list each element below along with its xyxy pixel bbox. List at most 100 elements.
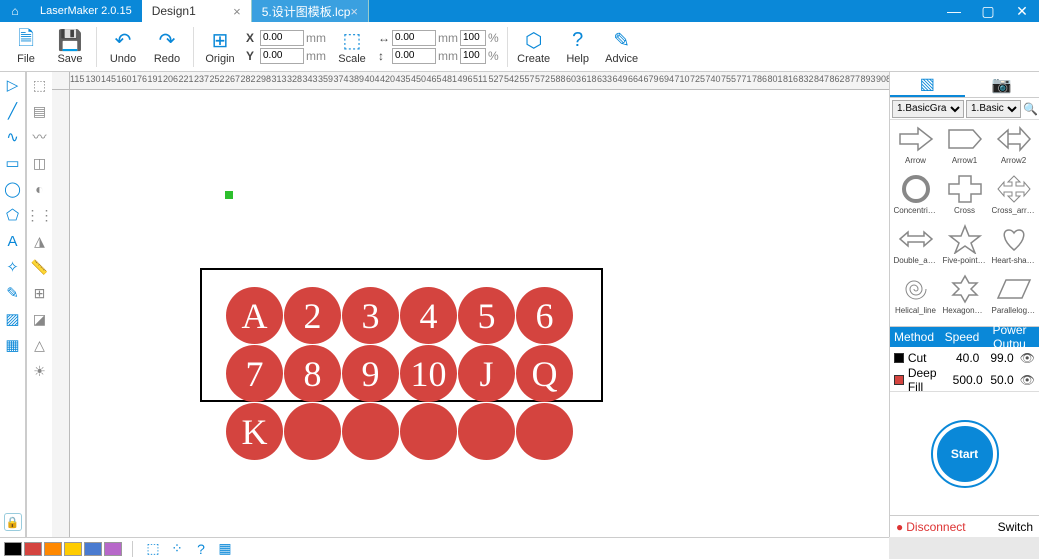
grid-icon[interactable]: ▦ (215, 540, 235, 557)
text-tool[interactable]: A (4, 232, 22, 250)
circle-shape[interactable] (284, 403, 341, 460)
circle-shape[interactable]: J (458, 345, 515, 402)
color-swatch[interactable] (64, 542, 82, 556)
file-button[interactable]: 🗎File (4, 24, 48, 70)
canvas[interactable]: A23456 78910JQ K (70, 90, 889, 537)
ph-input[interactable] (460, 48, 486, 64)
shape-Five-pointe...[interactable]: Five-pointe... (941, 224, 988, 272)
wave-icon[interactable]: 〰 (31, 128, 49, 146)
table-icon[interactable]: ⊞ (31, 284, 49, 302)
shape-Cross[interactable]: Cross (941, 174, 988, 222)
shape-a-icon[interactable]: ◮ (31, 232, 49, 250)
visibility-icon[interactable]: 👁 (1020, 351, 1035, 365)
line-tool[interactable]: ╱ (4, 102, 22, 120)
undo-button[interactable]: ↶Undo (101, 24, 145, 70)
circle-shape[interactable]: 5 (458, 287, 515, 344)
polygon-tool[interactable]: ⬠ (4, 206, 22, 224)
shape-Arrow[interactable]: Arrow (892, 124, 939, 172)
circle-shape[interactable]: 2 (284, 287, 341, 344)
redo-button[interactable]: ↷Redo (145, 24, 189, 70)
shapes-tab[interactable]: ▧ (890, 72, 965, 97)
rect-tool[interactable]: ▭ (4, 154, 22, 172)
circle-shape[interactable]: 3 (342, 287, 399, 344)
visibility-icon[interactable]: 👁 (1020, 373, 1035, 387)
tab-design1[interactable]: Design1 × (142, 0, 252, 22)
ellipse-tool[interactable]: ◯ (4, 180, 22, 198)
circle-shape[interactable]: K (226, 403, 283, 460)
circle-shape[interactable] (458, 403, 515, 460)
close-icon[interactable]: × (350, 4, 358, 19)
scatter-icon[interactable]: ⁘ (167, 540, 187, 557)
circle-shape[interactable]: 8 (284, 345, 341, 402)
grid-tool[interactable]: ▦ (4, 336, 22, 354)
ruler-icon[interactable]: 📏 (31, 258, 49, 276)
w-input[interactable] (392, 30, 436, 46)
origin-button[interactable]: ⊞Origin (198, 24, 242, 70)
bucket-tool[interactable]: ▨ (4, 310, 22, 328)
shape-Parallelogram[interactable]: Parallelogram (990, 274, 1037, 322)
category-select-2[interactable]: 1.Basic (966, 100, 1021, 118)
help-button[interactable]: ?Help (556, 24, 600, 70)
color-swatch[interactable] (4, 542, 22, 556)
circle-shape[interactable]: 10 (400, 345, 457, 402)
tab-template[interactable]: 5.设计图模板.lcp × (252, 0, 369, 22)
create-button[interactable]: ⬡Create (512, 24, 556, 70)
category-select-1[interactable]: 1.BasicGra (892, 100, 964, 118)
circle-shape[interactable] (400, 403, 457, 460)
color-swatch[interactable] (104, 542, 122, 556)
shape-Concentric_...[interactable]: Concentric_... (892, 174, 939, 222)
color-swatch[interactable] (84, 542, 102, 556)
search-icon[interactable]: 🔍 (1023, 102, 1038, 116)
circle-shape[interactable]: Q (516, 345, 573, 402)
pw-input[interactable] (460, 30, 486, 46)
color-swatch[interactable] (24, 542, 42, 556)
circle-icon[interactable]: ◐ (31, 180, 49, 198)
h-input[interactable] (392, 48, 436, 64)
start-button[interactable]: Start (933, 422, 997, 486)
disconnect-status[interactable]: Disconnect (896, 520, 966, 534)
circle-shape[interactable]: 7 (226, 345, 283, 402)
maximize-button[interactable]: ▢ (971, 0, 1005, 22)
shape-Arrow1[interactable]: Arrow1 (941, 124, 988, 172)
question-icon[interactable]: ? (191, 541, 211, 557)
triangle-icon[interactable]: △ (31, 336, 49, 354)
switch-button[interactable]: Switch (998, 520, 1033, 534)
camera-tab[interactable]: 📷 (965, 72, 1039, 97)
circle-shape[interactable]: A (226, 287, 283, 344)
advice-button[interactable]: ✎Advice (600, 24, 644, 70)
curve-tool[interactable]: ∿ (4, 128, 22, 146)
circle-shape[interactable]: 4 (400, 287, 457, 344)
pencil-tool[interactable]: ✎ (4, 284, 22, 302)
close-button[interactable]: ✕ (1005, 0, 1039, 22)
shape-Hexagonal_...[interactable]: Hexagonal_... (941, 274, 988, 322)
shape-Helical_line[interactable]: Helical_line (892, 274, 939, 322)
marquee-tool[interactable]: ⬚ (31, 76, 49, 94)
crop-icon[interactable]: ⬚ (143, 540, 163, 557)
lock-button[interactable]: 🔒 (4, 513, 22, 531)
close-icon[interactable]: × (233, 4, 241, 19)
sun-icon[interactable]: ☀ (31, 362, 49, 380)
box-icon[interactable]: ◫ (31, 154, 49, 172)
shape-Double_arrow[interactable]: Double_arrow (892, 224, 939, 272)
dots-icon[interactable]: ⋮⋮ (31, 206, 49, 224)
y-input[interactable] (260, 48, 304, 64)
shape-Heart-shaped[interactable]: Heart-shaped (990, 224, 1037, 272)
x-input[interactable] (260, 30, 304, 46)
select-tool[interactable]: ▷ (4, 76, 22, 94)
color-swatch[interactable] (44, 542, 62, 556)
layers-icon[interactable]: ▤ (31, 102, 49, 120)
star-tool[interactable]: ✧ (4, 258, 22, 276)
shape-Arrow2[interactable]: Arrow2 (990, 124, 1037, 172)
shape-Cross_arrow[interactable]: Cross_arrow (990, 174, 1037, 222)
shape-b-icon[interactable]: ◪ (31, 310, 49, 328)
origin-marker[interactable] (225, 191, 233, 199)
circle-shape[interactable] (342, 403, 399, 460)
circle-shape[interactable]: 6 (516, 287, 573, 344)
minimize-button[interactable]: ― (937, 0, 971, 22)
save-button[interactable]: 💾Save (48, 24, 92, 70)
layer-row[interactable]: Deep Fill500.050.0👁 (890, 369, 1039, 391)
home-icon[interactable]: ⌂ (0, 0, 30, 22)
scale-button[interactable]: ⬚Scale (330, 24, 374, 70)
circle-shape[interactable]: 9 (342, 345, 399, 402)
circle-shape[interactable] (516, 403, 573, 460)
